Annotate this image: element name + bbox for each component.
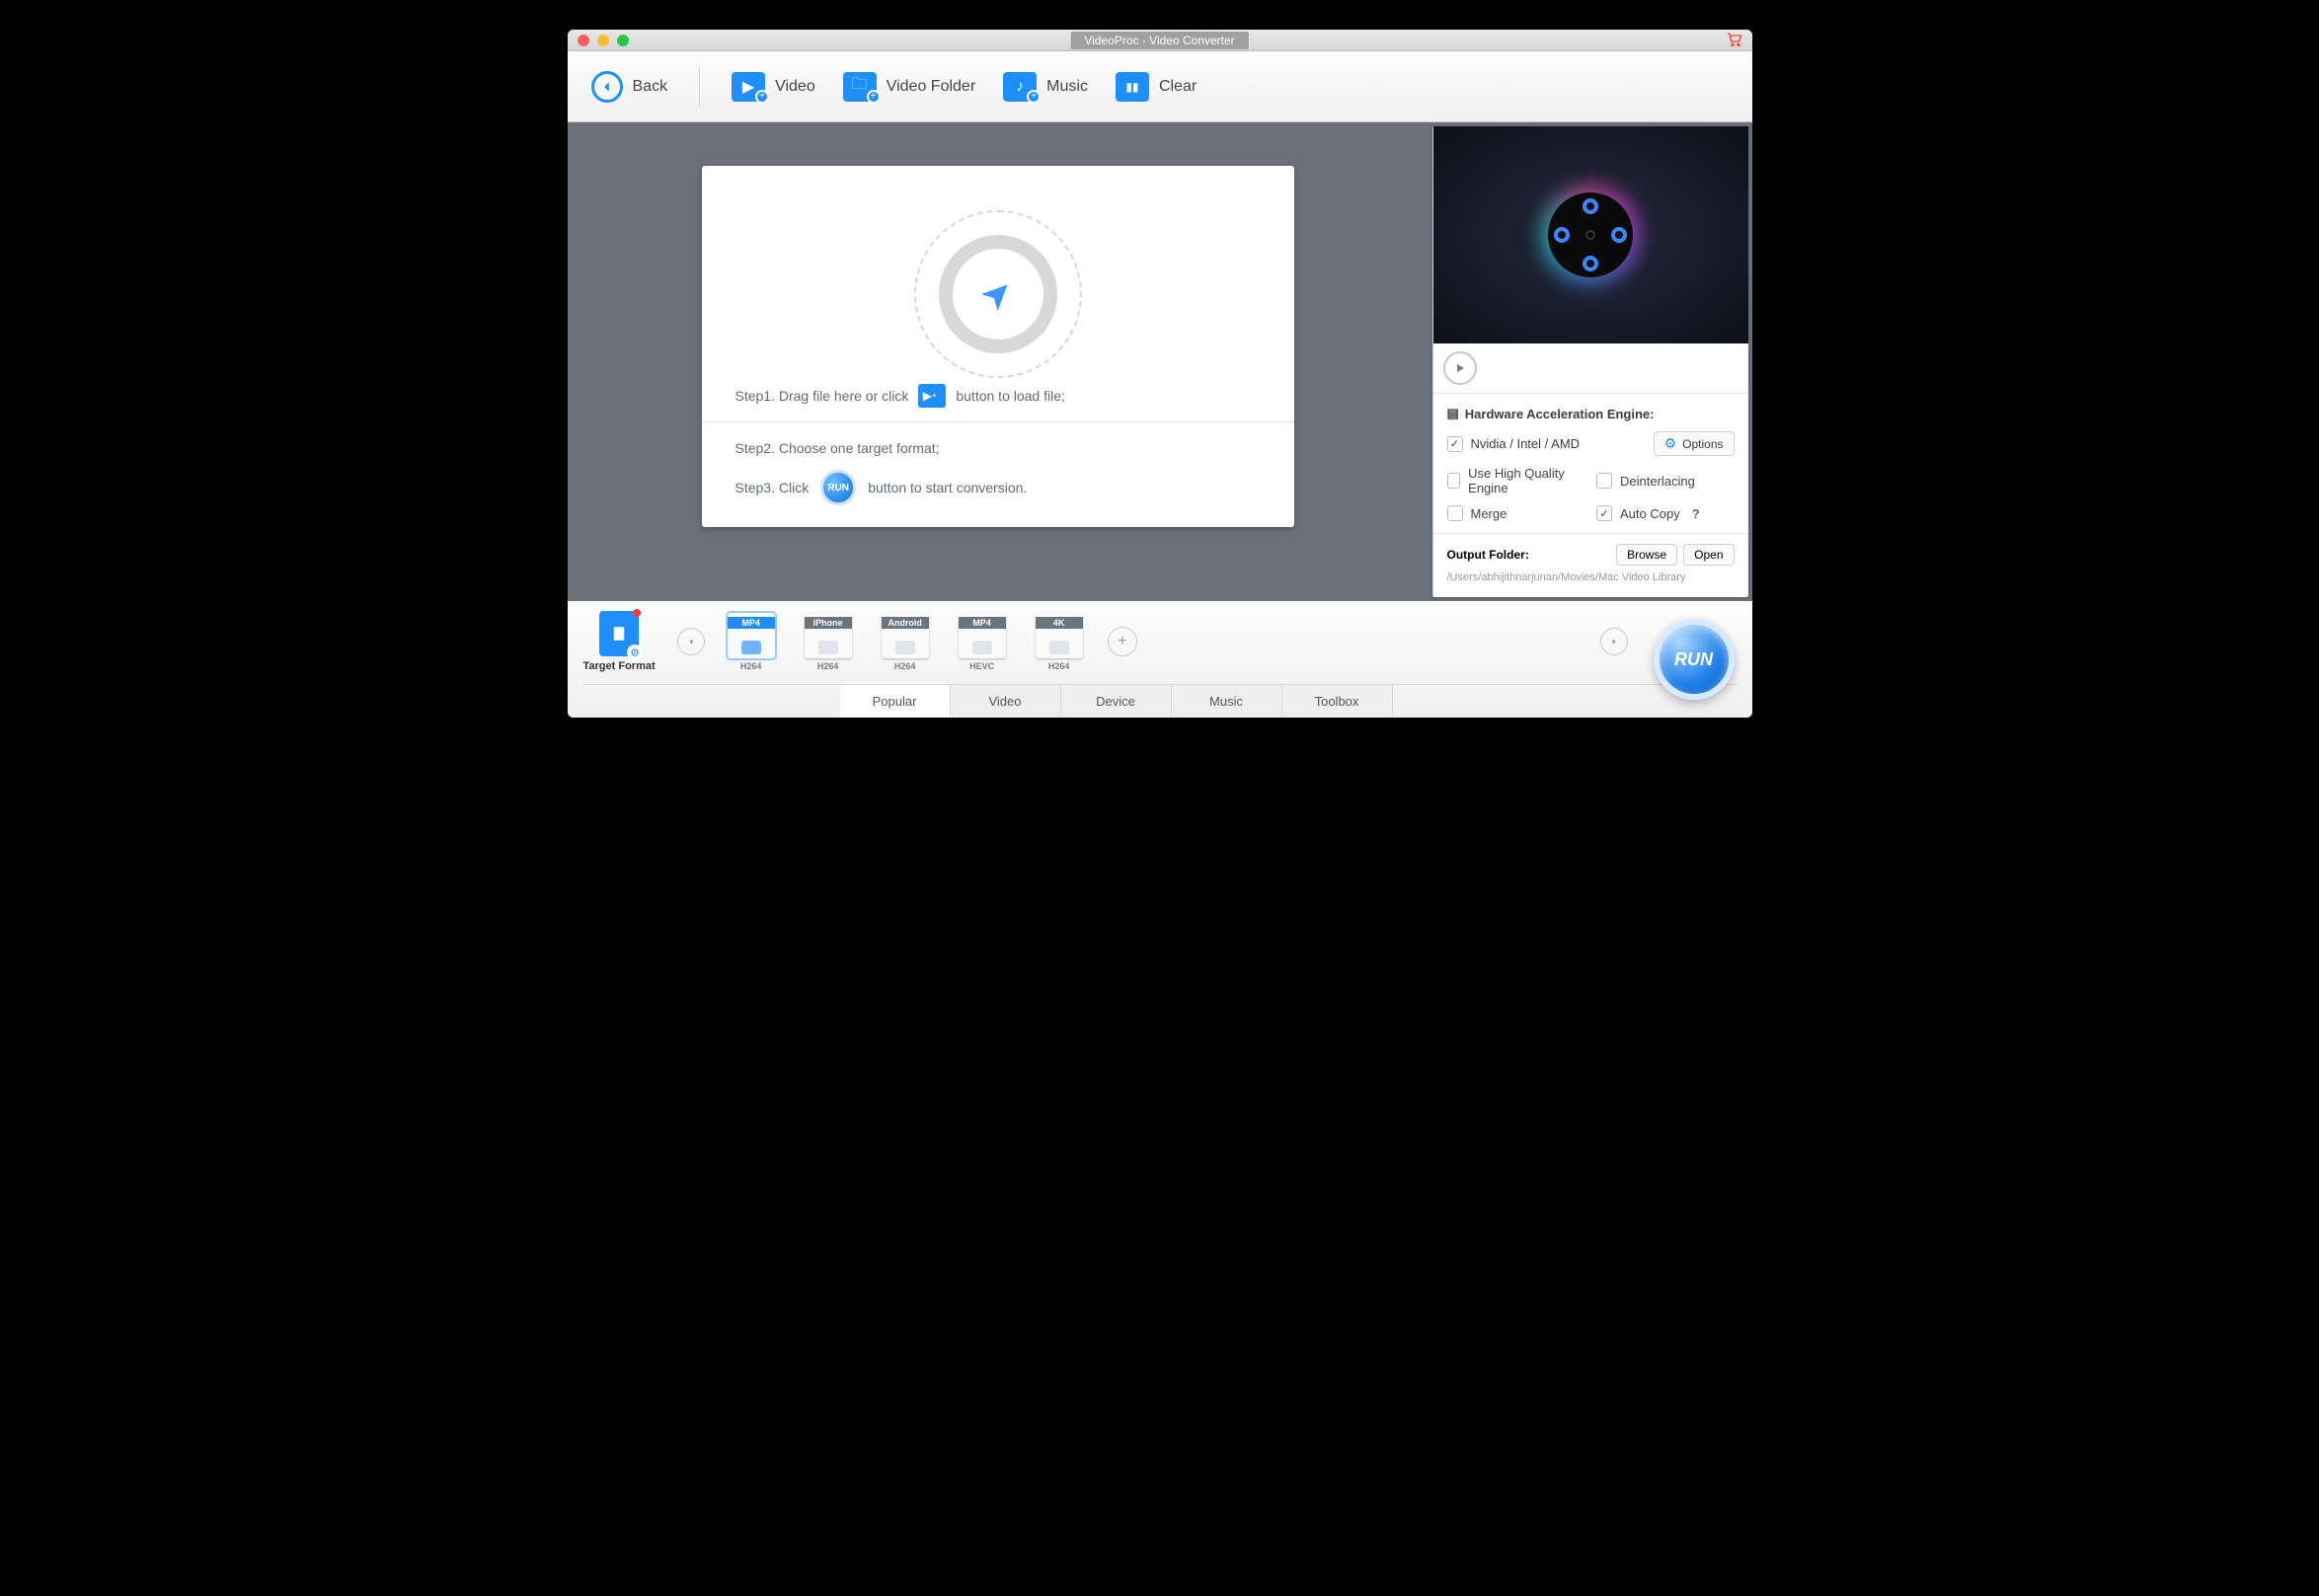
open-button[interactable]: Open (1683, 544, 1734, 566)
format-card[interactable]: Android H264 (873, 613, 938, 671)
formats-next-button[interactable] (1600, 628, 1628, 655)
format-top-label: Android (882, 617, 929, 629)
preview-controls (1433, 343, 1748, 394)
format-card[interactable]: 4K H264 (1027, 613, 1092, 671)
video-icon: ▶+ (918, 384, 946, 408)
output-folder-section: Output Folder: Browse Open /Users/abhiji… (1433, 534, 1748, 597)
play-button[interactable] (1443, 351, 1477, 385)
format-card[interactable]: MP4 H264 (719, 613, 784, 671)
target-format-icon: ⚙ (599, 611, 639, 656)
video-icon: ▶+ (732, 72, 765, 102)
add-video-folder-button[interactable]: 🗀+ Video Folder (843, 72, 975, 102)
format-card[interactable]: iPhone H264 (796, 613, 861, 671)
format-top-label: MP4 (728, 617, 775, 629)
options-label: Options (1682, 437, 1723, 451)
gear-icon: ⚙ (1664, 435, 1677, 452)
step3-text-b: button to start conversion. (868, 480, 1027, 495)
close-window-button[interactable] (578, 35, 589, 46)
toolbar: Back ▶+ Video 🗀+ Video Folder ♪+ Music ▮… (568, 51, 1752, 122)
cart-icon[interactable] (1727, 33, 1742, 49)
clear-label: Clear (1159, 78, 1197, 96)
add-video-label: Video (775, 78, 815, 96)
back-button[interactable]: Back (591, 71, 668, 103)
music-icon: ♪+ (1003, 72, 1037, 102)
footer: ⚙ Target Format MP4H264iPhoneH264Android… (568, 601, 1752, 718)
step2-text: Step2. Choose one target format; (735, 440, 1261, 456)
gpu-checkbox[interactable]: Nvidia / Intel / AMD (1447, 436, 1581, 452)
format-codec-label: H264 (1048, 661, 1070, 671)
app-window: VideoProc - Video Converter Back ▶+ Vide… (568, 30, 1752, 718)
toolbar-divider (699, 67, 700, 107)
window-controls (568, 35, 629, 46)
upload-arrow-icon: ➤ (973, 269, 1021, 317)
tab-popular[interactable]: Popular (840, 685, 951, 718)
format-codec-label: H264 (817, 661, 839, 671)
format-card[interactable]: MP4 HEVC (950, 613, 1015, 671)
format-codec-label: H264 (740, 661, 762, 671)
autocopy-label: Auto Copy (1620, 506, 1680, 521)
tab-video[interactable]: Video (951, 685, 1061, 718)
add-music-label: Music (1046, 78, 1088, 96)
drop-ring-icon: ➤ (914, 210, 1082, 378)
tab-device[interactable]: Device (1061, 685, 1172, 718)
tab-music[interactable]: Music (1172, 685, 1282, 718)
chip-icon: ▤ (1447, 406, 1459, 421)
app-logo-icon (1531, 176, 1650, 294)
browse-button[interactable]: Browse (1616, 544, 1677, 566)
format-list: MP4 H264 iPhone H264 Android H264 MP4 HEVC 4K H26… (719, 613, 1586, 671)
deinterlacing-checkbox[interactable]: Deinterlacing (1596, 466, 1735, 495)
add-video-button[interactable]: ▶+ Video (732, 72, 815, 102)
content-area: ➤ Step1. Drag file here or click ▶+ butt… (568, 122, 1752, 601)
format-top-label: MP4 (959, 617, 1006, 629)
footer-tabs: Popular Video Device Music Toolbox (583, 684, 1737, 718)
autocopy-checkbox[interactable]: Auto Copy ? (1596, 505, 1735, 521)
run-small-icon: RUN (820, 470, 856, 505)
trash-icon: ▮▮ (1116, 72, 1149, 102)
gear-icon: ⚙ (627, 645, 643, 660)
step3-text-a: Step3. Click (735, 480, 810, 495)
add-music-button[interactable]: ♪+ Music (1003, 72, 1088, 102)
options-button[interactable]: ⚙ Options (1654, 431, 1735, 456)
deint-label: Deinterlacing (1620, 474, 1695, 489)
drop-zone[interactable]: ➤ Step1. Drag file here or click ▶+ butt… (702, 166, 1294, 422)
merge-checkbox[interactable]: Merge (1447, 505, 1585, 521)
format-top-label: 4K (1036, 617, 1083, 629)
output-folder-label: Output Folder: (1447, 548, 1529, 562)
target-format-label: Target Format (583, 660, 656, 672)
step1-text-a: Step1. Drag file here or click (735, 388, 909, 404)
format-top-label: iPhone (805, 617, 852, 629)
back-arrow-icon (591, 71, 623, 103)
format-codec-label: H264 (894, 661, 916, 671)
drop-card: ➤ Step1. Drag file here or click ▶+ butt… (702, 166, 1294, 527)
help-icon[interactable]: ? (1692, 506, 1700, 521)
add-format-button[interactable]: + (1108, 627, 1137, 656)
zoom-window-button[interactable] (617, 35, 629, 46)
merge-label: Merge (1471, 506, 1507, 521)
run-button[interactable]: RUN (1654, 619, 1735, 700)
side-panel: ▤ Hardware Acceleration Engine: Nvidia /… (1432, 126, 1748, 597)
hq-engine-checkbox[interactable]: Use High Quality Engine (1447, 466, 1585, 495)
drop-steps: Step2. Choose one target format; Step3. … (702, 422, 1294, 527)
hq-label: Use High Quality Engine (1468, 466, 1585, 495)
accel-title: Hardware Acceleration Engine: (1465, 407, 1655, 421)
tab-toolbox[interactable]: Toolbox (1282, 685, 1393, 718)
output-path: /Users/abhijithnarjunan/Movies/Mac Video… (1447, 571, 1735, 583)
clear-button[interactable]: ▮▮ Clear (1116, 72, 1197, 102)
target-format-button[interactable]: ⚙ Target Format (583, 611, 656, 672)
formats-prev-button[interactable] (677, 628, 705, 655)
folder-icon: 🗀+ (843, 72, 877, 102)
hardware-accel-section: ▤ Hardware Acceleration Engine: Nvidia /… (1433, 394, 1748, 534)
step1-text-b: button to load file; (956, 388, 1065, 404)
add-folder-label: Video Folder (887, 78, 975, 96)
window-title: VideoProc - Video Converter (1070, 32, 1248, 49)
main-panel: ➤ Step1. Drag file here or click ▶+ butt… (568, 122, 1429, 601)
format-codec-label: HEVC (969, 661, 994, 671)
titlebar: VideoProc - Video Converter (568, 30, 1752, 51)
back-label: Back (633, 78, 668, 96)
preview-area (1433, 126, 1748, 343)
minimize-window-button[interactable] (597, 35, 609, 46)
gpu-label: Nvidia / Intel / AMD (1471, 436, 1581, 451)
